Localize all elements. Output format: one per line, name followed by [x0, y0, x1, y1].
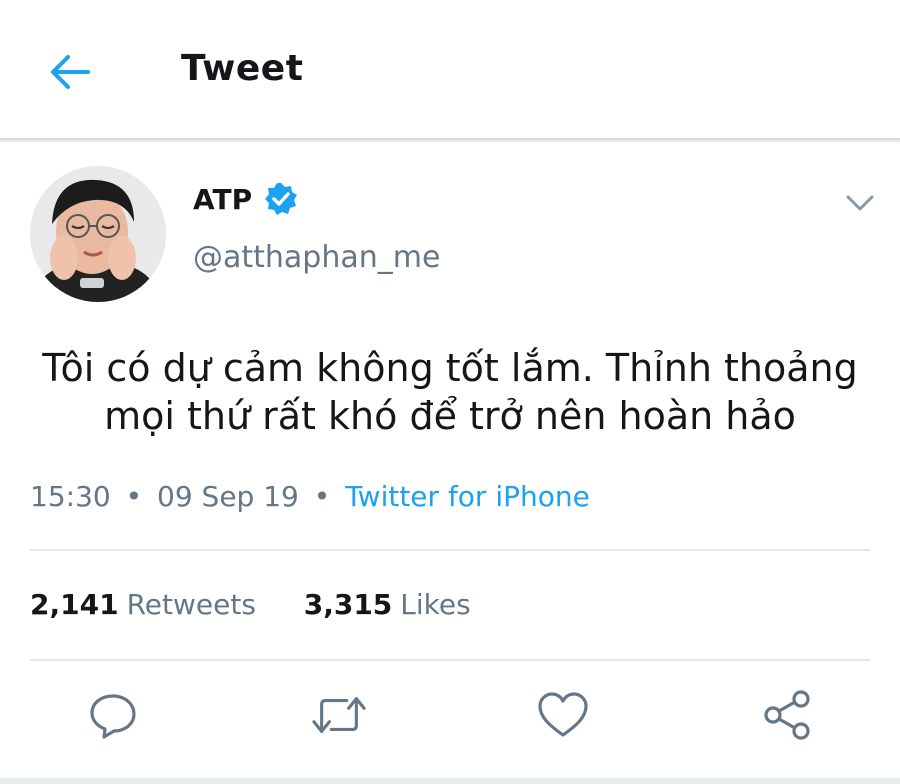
tweet-date: 09 Sep 19: [157, 480, 299, 513]
reply-button[interactable]: [86, 688, 140, 742]
verified-badge-icon: [265, 183, 298, 215]
page-title: Tweet: [181, 48, 304, 89]
chevron-down-icon: [846, 195, 874, 211]
divider: [30, 549, 870, 551]
reply-icon: [90, 694, 136, 739]
bottom-divider: [0, 778, 900, 784]
top-bar: Tweet: [0, 0, 900, 140]
retweets-stat[interactable]: 2,141 Retweets: [30, 588, 265, 621]
like-count: 3,315: [303, 588, 393, 621]
divider: [30, 659, 870, 661]
back-button[interactable]: [44, 48, 96, 96]
retweet-count: 2,141: [30, 588, 119, 621]
like-label: Likes: [400, 588, 471, 621]
meta-separator: •: [313, 480, 331, 513]
heart-icon: [538, 692, 588, 737]
like-button[interactable]: [536, 688, 590, 742]
author-display-name: ATP: [193, 182, 253, 216]
tweet-time: 15:30: [30, 480, 111, 513]
retweet-button[interactable]: [312, 688, 366, 742]
tweet-source-link[interactable]: Twitter for iPhone: [345, 480, 590, 513]
retweet-label: Retweets: [126, 588, 256, 621]
share-button[interactable]: [760, 688, 814, 742]
share-icon: [764, 690, 810, 740]
meta-separator: •: [125, 480, 143, 513]
retweet-icon: [312, 697, 366, 733]
more-options-button[interactable]: [845, 190, 875, 216]
tweet-stats: 2,141 Retweets 3,315 Likes: [30, 588, 471, 621]
avatar[interactable]: [30, 166, 166, 302]
profile-photo: [30, 166, 166, 302]
author-name-row[interactable]: ATP: [193, 182, 298, 216]
author-handle[interactable]: @atthaphan_me: [193, 240, 440, 275]
arrow-left-icon: [51, 55, 90, 89]
likes-stat[interactable]: 3,315 Likes: [304, 588, 471, 621]
tweet-meta: 15:30 • 09 Sep 19 • Twitter for iPhone: [30, 480, 590, 513]
header-divider: [0, 138, 900, 144]
tweet-text: Tôi có dự cảm không tốt lắm. Thỉnh thoản…: [42, 346, 858, 438]
